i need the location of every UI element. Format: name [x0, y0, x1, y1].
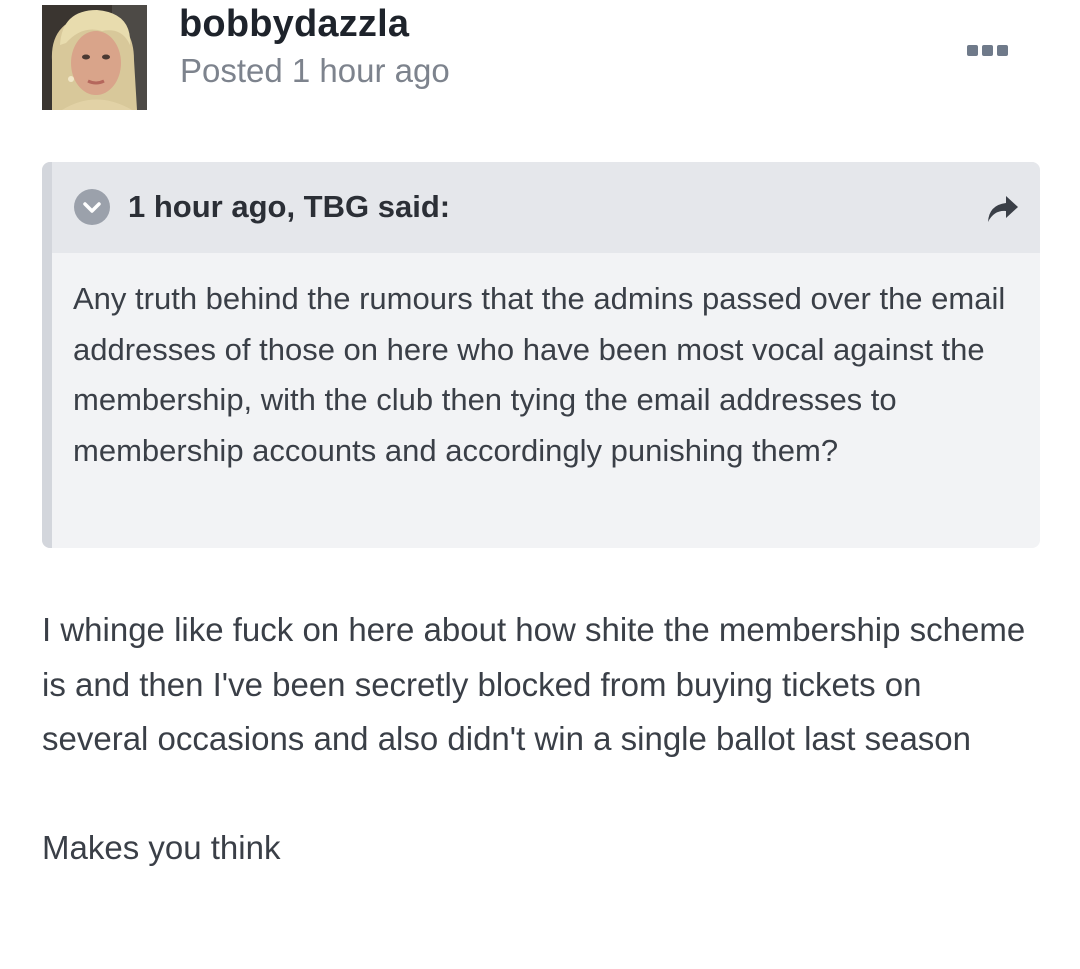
author-name[interactable]: bobbydazzla — [179, 2, 409, 46]
menu-dot — [981, 44, 993, 56]
more-options-icon[interactable] — [962, 40, 1012, 60]
post-paragraph: I whinge like fuck on here about how shi… — [42, 611, 1026, 757]
quote-header[interactable]: 1 hour ago, TBG said: — [52, 162, 1040, 253]
quote-text: Any truth behind the rumours that the ad… — [73, 281, 1006, 468]
share-arrow-icon[interactable] — [984, 192, 1022, 226]
quote-citation[interactable]: 1 hour ago, TBG said: — [128, 187, 450, 227]
quote-block: 1 hour ago, TBG said: Any truth behind t… — [42, 162, 1040, 548]
menu-dot — [996, 44, 1008, 56]
avatar-image — [42, 5, 147, 110]
post-header: bobbydazzla Posted 1 hour ago — [42, 2, 1042, 112]
post-content: I whinge like fuck on here about how shi… — [42, 603, 1032, 875]
chevron-down-icon[interactable] — [74, 189, 110, 225]
post-paragraph: Makes you think — [42, 828, 281, 866]
post-timestamp: Posted 1 hour ago — [180, 52, 450, 89]
menu-dot — [966, 44, 978, 56]
avatar[interactable] — [42, 5, 147, 110]
quote-accent-bar — [42, 162, 52, 548]
